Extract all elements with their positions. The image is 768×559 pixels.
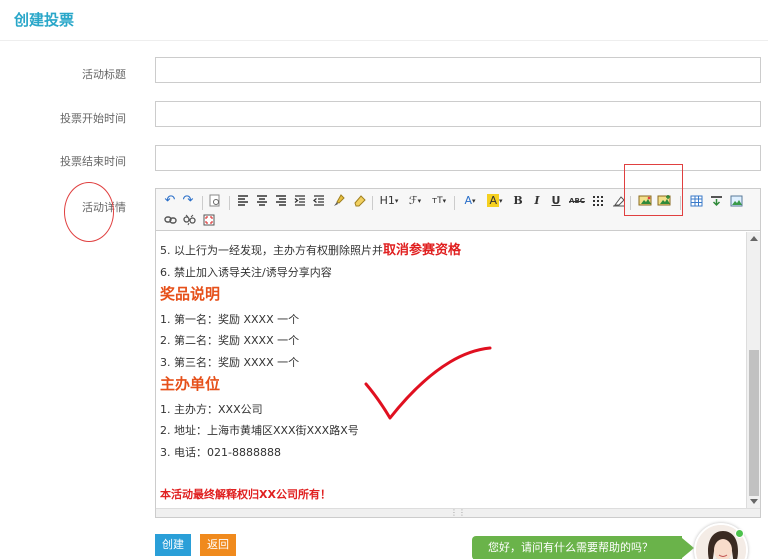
back-button[interactable]: 返回 (200, 534, 236, 556)
editor-scrollbar[interactable] (746, 232, 760, 508)
scroll-down-icon[interactable] (750, 499, 758, 504)
prize-heading: 奖品说明 (160, 285, 221, 303)
underline-button[interactable]: U (550, 193, 562, 208)
font-color-button[interactable]: A ▾ (461, 193, 479, 208)
link-icon[interactable] (163, 212, 177, 227)
rich-text-editor[interactable]: ↶ ↷ H1 ▾ ℱ ▾ тT ▾ A ▾ A ▾ B I U ABC 5. 以… (155, 188, 761, 518)
undo-icon[interactable]: ↶ (163, 193, 177, 208)
help-bubble-arrow (682, 538, 694, 558)
preview-icon[interactable] (208, 193, 222, 208)
prize-line-2: 2. 第二名：奖励 XXXX 一个 (160, 334, 300, 347)
align-left-icon[interactable] (236, 193, 250, 208)
font-color-label: A (464, 194, 472, 207)
end-time-label: 投票结束时间 (60, 155, 126, 168)
online-status-dot (735, 529, 744, 538)
font-size-icon[interactable]: тT ▾ (430, 193, 448, 208)
insert-row-icon[interactable] (709, 193, 723, 208)
disqualify-emphasis: 取消参赛资格 (383, 243, 462, 258)
toolbar-separator (454, 196, 455, 210)
prize-line-3: 3. 第三名：奖励 XXXX 一个 (160, 356, 300, 369)
chevron-down-icon: ▾ (394, 196, 399, 205)
fullscreen-icon[interactable] (202, 212, 216, 227)
unlink-icon[interactable] (182, 212, 196, 227)
start-time-input[interactable] (155, 101, 761, 127)
prize-line-1: 1. 第一名：奖励 XXXX 一个 (160, 313, 300, 326)
align-right-icon[interactable] (274, 193, 288, 208)
eraser-icon[interactable] (352, 193, 366, 208)
title-label: 活动标题 (82, 68, 126, 81)
toolbar-separator (229, 196, 230, 210)
annotation-circle (64, 182, 114, 242)
toolbar-separator (372, 196, 373, 210)
bg-color-button[interactable]: A ▾ (485, 193, 505, 208)
annotation-rectangle (624, 164, 683, 216)
picture-icon[interactable] (729, 193, 743, 208)
outdent-icon[interactable] (312, 193, 326, 208)
organizer-line-1: 1. 主办方：XXX公司 (160, 403, 263, 416)
strikethrough-button[interactable]: ABC (568, 193, 586, 208)
title-divider (0, 40, 768, 41)
clear-format-icon[interactable] (611, 193, 625, 208)
title-input[interactable] (155, 57, 761, 83)
table-grid-icon[interactable] (591, 193, 605, 208)
content-line-2: 6. 禁止加入诱导关注/诱导分享内容 (160, 266, 332, 279)
page-title: 创建投票 (14, 11, 75, 29)
brush-icon[interactable] (332, 193, 346, 208)
align-center-icon[interactable] (255, 193, 269, 208)
bold-button[interactable]: B (512, 193, 524, 208)
organizer-line-2: 2. 地址：上海市黄埔区XXX街XXX路X号 (160, 424, 359, 437)
indent-icon[interactable] (293, 193, 307, 208)
interpretation-note: 本活动最终解释权归XX公司所有！ (160, 488, 331, 501)
rule-5-text: 5. 以上行为一经发现，主办方有权删除照片并 (160, 244, 383, 257)
create-button[interactable]: 创建 (155, 534, 191, 556)
italic-button[interactable]: I (531, 193, 543, 208)
start-time-label: 投票开始时间 (60, 112, 126, 125)
bg-color-label: A (487, 194, 499, 207)
editor-content[interactable]: 5. 以上行为一经发现，主办方有权删除照片并取消参赛资格 6. 禁止加入诱导关注… (156, 232, 746, 508)
heading-dropdown[interactable]: H1 ▾ (378, 193, 400, 208)
content-line-1: 5. 以上行为一经发现，主办方有权删除照片并取消参赛资格 (160, 239, 461, 258)
redo-icon[interactable]: ↷ (181, 193, 195, 208)
toolbar-separator (202, 196, 203, 210)
editor-resize-handle[interactable]: ⋮⋮ (156, 508, 760, 517)
scroll-up-icon[interactable] (750, 236, 758, 241)
help-chat-bubble[interactable]: 您好，请问有什么需要帮助的吗？ (472, 536, 682, 559)
table-icon[interactable] (689, 193, 703, 208)
organizer-line-3: 3. 电话：021-8888888 (160, 446, 281, 459)
heading-label: H1 (379, 194, 395, 207)
font-family-icon[interactable]: ℱ ▾ (406, 193, 424, 208)
organizer-heading: 主办单位 (160, 375, 221, 393)
scroll-thumb[interactable] (749, 350, 759, 496)
